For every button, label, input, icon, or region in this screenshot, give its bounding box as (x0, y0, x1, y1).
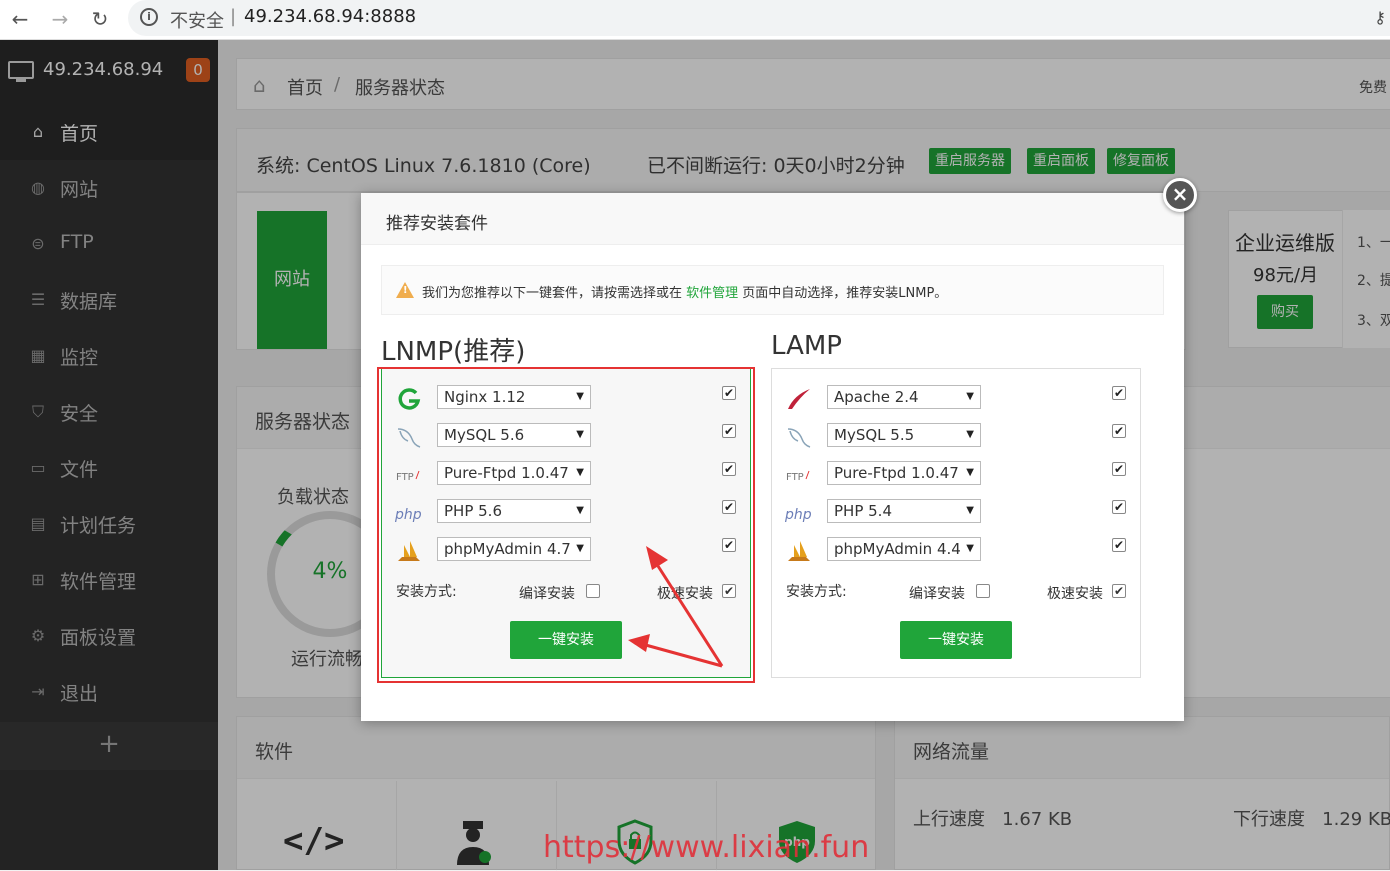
lamp-row-apache: Apache 2.4 ✔ (772, 379, 1142, 417)
lnmp-title: LNMP(推荐) (381, 337, 526, 367)
security-label[interactable]: 不安全 (170, 7, 224, 33)
key-icon[interactable]: ⚷ (1374, 8, 1386, 27)
address-bar[interactable]: i 不安全 | 49.234.68.94:8888 ⚷ (128, 0, 1390, 36)
info-icon[interactable]: i (140, 8, 158, 26)
phpmyadmin-icon (788, 541, 810, 561)
mysql-version-select[interactable]: MySQL 5.5 (827, 423, 981, 447)
forward-arrow-icon[interactable]: → (46, 5, 74, 33)
lamp-title: LAMP (771, 331, 842, 361)
ftp-checkbox[interactable]: ✔ (1112, 462, 1126, 476)
recommend-tip: 我们为您推荐以下一键套件，请按需选择或在 软件管理 页面中自动选择，推荐安装LN… (381, 265, 1164, 315)
svg-text:FTP: FTP (786, 472, 804, 483)
warning-icon (396, 282, 414, 298)
phpmyadmin-checkbox[interactable]: ✔ (1112, 538, 1126, 552)
lamp-row-phpmyadmin: phpMyAdmin 4.4 ✔ (772, 531, 1142, 569)
lamp-row-ftp: FTP Pure-Ftpd 1.0.47 ✔ (772, 455, 1142, 493)
tip-text-after: 页面中自动选择，推荐安装LNMP。 (738, 286, 948, 301)
compile-install-label[interactable]: 编译安装 (909, 583, 965, 603)
svg-text:php: php (784, 507, 812, 523)
apache-icon (788, 389, 810, 409)
ftp-icon: FTP (786, 470, 810, 483)
tip-text-before: 我们为您推荐以下一键套件，请按需选择或在 (422, 286, 687, 301)
fast-install-label[interactable]: 极速安装 (1047, 583, 1103, 603)
modal-close-button[interactable]: × (1163, 178, 1197, 212)
lamp-suite: Apache 2.4 ✔ MySQL 5.5 ✔ FTP Pure-Ftpd 1… (771, 368, 1141, 678)
compile-install-checkbox[interactable] (976, 584, 990, 598)
tip-text: 我们为您推荐以下一键套件，请按需选择或在 软件管理 页面中自动选择，推荐安装LN… (422, 282, 947, 301)
install-mode-row: 安装方式: 编译安装 极速安装 ✔ (772, 577, 1142, 603)
fast-install-checkbox[interactable]: ✔ (1112, 584, 1126, 598)
watermark: https://www.lixian.fun (543, 830, 870, 865)
highlight-box (377, 367, 755, 683)
address-separator: | (230, 6, 237, 27)
ftp-version-select[interactable]: Pure-Ftpd 1.0.47 (827, 461, 981, 485)
modal-title: 推荐安装套件 (386, 214, 488, 234)
mysql-icon (787, 428, 811, 448)
install-mode-label: 安装方式: (786, 584, 847, 600)
phpmyadmin-version-select[interactable]: phpMyAdmin 4.4 (827, 537, 981, 561)
back-arrow-icon[interactable]: ← (6, 5, 34, 33)
lamp-row-php: php PHP 5.4 ✔ (772, 493, 1142, 531)
reload-icon[interactable]: ↻ (86, 5, 114, 33)
software-manage-link[interactable]: 软件管理 (686, 286, 738, 301)
apache-version-select[interactable]: Apache 2.4 (827, 385, 981, 409)
mysql-checkbox[interactable]: ✔ (1112, 424, 1126, 438)
url-text[interactable]: 49.234.68.94:8888 (244, 6, 416, 27)
browser-toolbar: ← → ↻ i 不安全 | 49.234.68.94:8888 ⚷ (0, 0, 1390, 40)
lamp-row-mysql: MySQL 5.5 ✔ (772, 417, 1142, 455)
modal-header: 推荐安装套件 (361, 193, 1184, 245)
php-checkbox[interactable]: ✔ (1112, 500, 1126, 514)
php-icon: php (784, 507, 812, 523)
php-version-select[interactable]: PHP 5.4 (827, 499, 981, 523)
lamp-install-button[interactable]: 一键安装 (900, 621, 1012, 659)
apache-checkbox[interactable]: ✔ (1112, 386, 1126, 400)
